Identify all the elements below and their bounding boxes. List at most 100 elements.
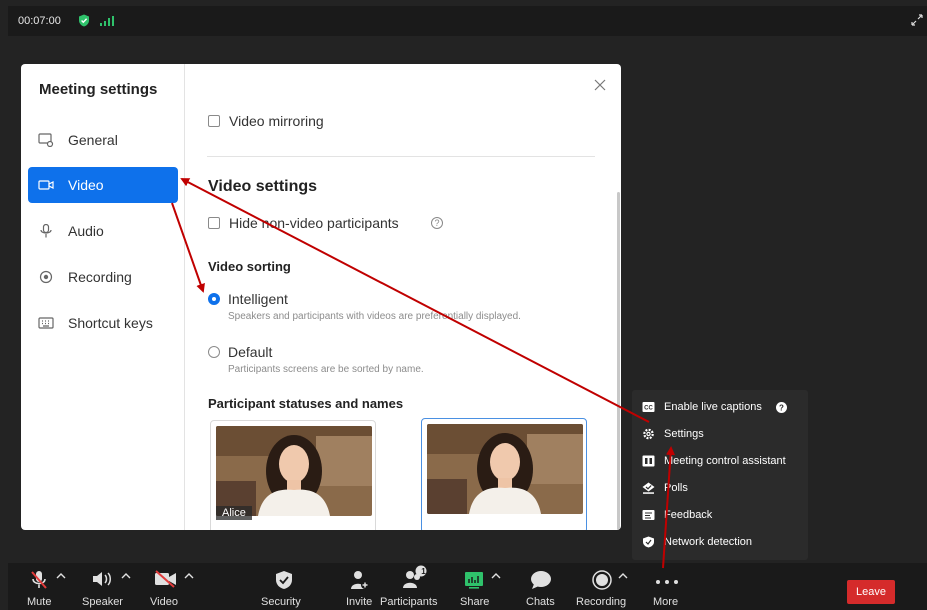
chats-button[interactable]: Chats — [522, 563, 562, 610]
dialog-title: Meeting settings — [39, 81, 158, 98]
settings-sidebar: Meeting settings General Video Audio Rec… — [21, 64, 185, 530]
nav-item-general[interactable]: General — [28, 122, 178, 158]
intelligent-description: Speakers and participants with videos ar… — [228, 311, 521, 322]
svg-text:CC: CC — [644, 406, 653, 412]
video-mirroring-label: Video mirroring — [229, 113, 324, 129]
participant-preview-image — [427, 424, 583, 514]
keyboard-icon — [38, 317, 54, 329]
network-icon — [643, 536, 654, 548]
recording-button[interactable]: Recording — [576, 563, 640, 610]
meeting-window: 00:07:00 Meeting settings General Video … — [0, 0, 927, 610]
share-button[interactable]: Share — [460, 563, 510, 610]
speaker-button[interactable]: Speaker — [80, 563, 140, 610]
chat-bubble-icon — [531, 571, 551, 589]
invite-user-icon — [351, 571, 369, 589]
menu-item-settings[interactable]: Settings — [632, 421, 808, 447]
video-sorting-heading: Video sorting — [208, 259, 291, 274]
network-signal-icon[interactable] — [100, 16, 116, 26]
cc-icon: CC — [642, 402, 655, 412]
security-label: Security — [261, 596, 301, 608]
participant-name-label: Alice — [216, 506, 252, 520]
chevron-up-icon[interactable] — [184, 572, 194, 580]
menu-item-label: Network detection — [664, 536, 753, 548]
nav-item-label: Recording — [68, 269, 132, 285]
mute-button[interactable]: Mute — [24, 563, 74, 610]
display-option-card-with-name[interactable]: Alice — [210, 420, 376, 530]
share-screen-icon — [465, 572, 483, 589]
chevron-up-icon[interactable] — [121, 572, 131, 580]
nav-item-audio[interactable]: Audio — [28, 213, 178, 249]
more-dots-icon — [656, 580, 678, 584]
video-mirroring-checkbox[interactable] — [208, 115, 220, 127]
divider — [207, 156, 595, 157]
invite-label: Invite — [346, 596, 373, 608]
nav-item-shortcut-keys[interactable]: Shortcut keys — [28, 305, 178, 341]
video-off-icon — [155, 570, 176, 588]
menu-item-polls[interactable]: Polls — [632, 475, 808, 501]
help-icon[interactable]: ? — [431, 217, 443, 229]
meeting-timer: 00:07:00 — [18, 15, 61, 27]
more-menu: CC Enable live captions ? Settings Meeti — [632, 390, 808, 560]
nav-item-label: Audio — [68, 223, 104, 239]
help-icon[interactable]: ? — [776, 402, 787, 413]
feedback-icon — [642, 510, 655, 520]
chats-label: Chats — [526, 596, 555, 608]
video-settings-panel: Video mirroring Video settings Hide non-… — [207, 64, 621, 530]
display-option-card-without-name[interactable] — [421, 418, 587, 530]
participants-button[interactable]: 1 Participants — [378, 563, 446, 610]
menu-item-network-detection[interactable]: Network detection — [632, 529, 808, 555]
assistant-icon — [642, 455, 655, 467]
record-icon — [39, 270, 53, 284]
chevron-up-icon[interactable] — [491, 572, 501, 580]
participants-count-badge: 1 — [421, 567, 426, 576]
meeting-settings-dialog: Meeting settings General Video Audio Rec… — [21, 64, 621, 530]
video-icon — [38, 180, 54, 190]
leave-button[interactable]: Leave — [847, 580, 895, 604]
statuses-heading: Participant statuses and names — [208, 396, 404, 411]
menu-item-meeting-control-assistant[interactable]: Meeting control assistant — [632, 448, 808, 474]
scrollbar[interactable] — [617, 192, 620, 530]
microphone-muted-icon — [31, 571, 47, 589]
security-shield-icon — [276, 571, 292, 589]
menu-item-live-captions[interactable]: CC Enable live captions ? — [632, 394, 808, 420]
nav-item-label: Video — [68, 177, 104, 193]
share-label: Share — [460, 596, 490, 608]
menu-item-label: Settings — [664, 428, 704, 440]
mute-label: Mute — [27, 596, 52, 608]
more-button[interactable]: More — [651, 563, 691, 610]
recording-label: Recording — [576, 596, 627, 608]
menu-item-label: Enable live captions — [664, 401, 762, 413]
bottom-toolbar: Mute Speaker Video Security Invite 1 Par… — [8, 563, 927, 610]
default-description: Participants screens are be sorted by na… — [228, 364, 424, 375]
microphone-icon — [40, 224, 52, 238]
speaker-icon — [93, 572, 111, 586]
participant-preview-image — [216, 426, 372, 516]
video-button[interactable]: Video — [146, 563, 198, 610]
intelligent-radio[interactable] — [208, 293, 220, 305]
default-radio[interactable] — [208, 346, 220, 358]
default-label: Default — [228, 344, 273, 360]
menu-item-label: Meeting control assistant — [664, 455, 786, 467]
menu-item-label: Polls — [664, 482, 688, 494]
security-button[interactable]: Security — [258, 563, 310, 610]
top-status-bar: 00:07:00 — [8, 6, 927, 36]
participants-label: Participants — [380, 596, 438, 608]
menu-item-label: Feedback — [664, 509, 713, 521]
invite-button[interactable]: Invite — [342, 563, 382, 610]
record-icon — [592, 570, 612, 590]
gear-icon — [643, 428, 654, 440]
encryption-shield-icon[interactable] — [78, 14, 90, 27]
chevron-up-icon[interactable] — [618, 572, 628, 580]
menu-item-feedback[interactable]: Feedback — [632, 502, 808, 528]
hide-non-video-checkbox[interactable] — [208, 217, 220, 229]
general-icon — [38, 133, 54, 147]
polls-icon — [642, 482, 655, 494]
hide-non-video-label: Hide non-video participants — [229, 215, 399, 231]
chevron-up-icon[interactable] — [56, 572, 66, 580]
svg-text:?: ? — [779, 404, 784, 413]
fullscreen-icon[interactable] — [911, 14, 923, 26]
nav-item-video[interactable]: Video — [28, 167, 178, 203]
nav-item-recording[interactable]: Recording — [28, 259, 178, 295]
video-label: Video — [150, 596, 178, 608]
nav-item-label: General — [68, 132, 118, 148]
